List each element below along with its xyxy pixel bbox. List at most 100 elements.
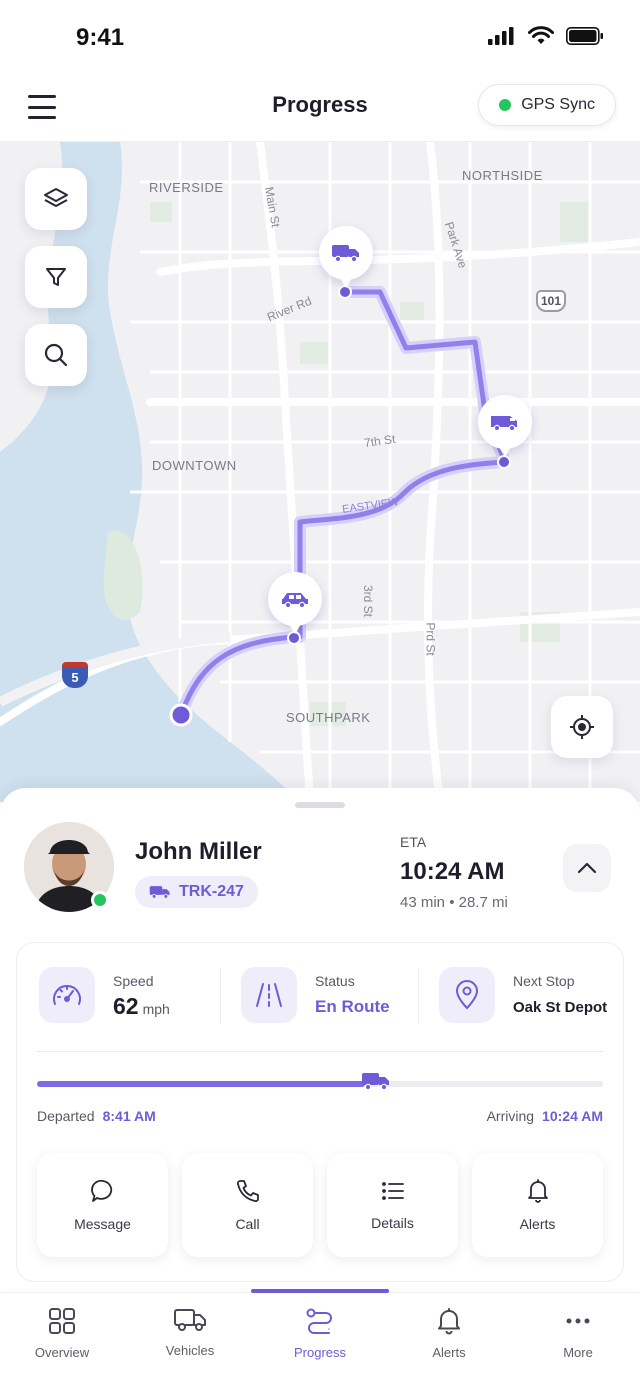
departed-time: 8:41 AM <box>102 1108 156 1124</box>
tab-label: Vehicles <box>165 1343 215 1358</box>
tab-label: Progress <box>293 1345 347 1360</box>
vehicle-pin-van[interactable] <box>478 395 532 457</box>
gps-sync-button[interactable]: GPS Sync <box>478 84 616 126</box>
phone-icon <box>236 1180 259 1203</box>
collapse-sheet-button[interactable] <box>563 844 611 892</box>
van-icon <box>491 416 517 432</box>
tab-vehicles[interactable]: Vehicles <box>140 1307 240 1371</box>
vehicle-pin-truck[interactable] <box>319 226 373 288</box>
street-label: 3rd St <box>361 584 376 618</box>
eta-time: 10:24 AM <box>400 858 505 885</box>
call-label: Call <box>235 1216 260 1232</box>
quick-actions: Message Call Details Alerts <box>37 1153 603 1257</box>
sheet-drag-handle[interactable] <box>295 802 345 808</box>
details-label: Details <box>371 1215 414 1231</box>
tab-label: Overview <box>34 1345 90 1360</box>
online-status-dot <box>91 891 109 909</box>
map-view[interactable]: RIVERSIDE NORTHSIDE DOWNTOWN SOUTHPARK M… <box>0 142 640 802</box>
map-search-button[interactable] <box>25 324 87 386</box>
more-icon <box>566 1318 590 1324</box>
vehicle-id-badge[interactable]: TRK-247 <box>135 876 258 908</box>
next-stop-stat: Next Stop Oak St Depot <box>439 967 619 1025</box>
crosshair-icon <box>570 715 594 739</box>
departed-label: Departed <box>37 1108 95 1124</box>
trip-bottom-sheet: John Miller TRK-247 ETA 10:24 AM 43 min … <box>0 788 640 1288</box>
status-bar: 9:41 <box>0 0 640 76</box>
truck-icon <box>174 1309 206 1331</box>
progress-truck-icon <box>362 1073 390 1091</box>
speed-icon-tile <box>39 967 95 1023</box>
departed-row: Departed 8:41 AM <box>37 1108 156 1124</box>
route-icon <box>306 1308 332 1334</box>
map-area-label: NORTHSIDE <box>462 168 543 183</box>
map-area-label: SOUTHPARK <box>286 710 371 725</box>
speed-value-row: 62 mph <box>113 993 170 1020</box>
map-canvas <box>0 142 640 802</box>
gps-status-dot <box>499 99 512 111</box>
filter-button[interactable] <box>25 246 87 308</box>
driver-name: John Miller <box>135 838 262 865</box>
alerts-action-button[interactable]: Alerts <box>472 1153 603 1257</box>
tab-progress[interactable]: Progress <box>270 1307 370 1371</box>
search-icon <box>44 343 68 367</box>
status-icon-tile <box>241 967 297 1023</box>
status-label: Status <box>315 973 355 989</box>
message-button[interactable]: Message <box>37 1153 168 1257</box>
status-stat: Status En Route <box>241 967 421 1025</box>
arriving-row: Arriving 10:24 AM <box>487 1108 603 1124</box>
status-time: 9:41 <box>76 24 125 51</box>
status-value: En Route <box>315 997 390 1016</box>
eta-label: ETA <box>400 834 427 850</box>
eta-summary: 43 min • 28.7 mi <box>400 894 508 911</box>
speed-value: 62 <box>113 993 139 1019</box>
location-pin-icon <box>455 980 479 1010</box>
tab-overview[interactable]: Overview <box>12 1307 112 1371</box>
layers-button[interactable] <box>25 168 87 230</box>
stat-divider <box>220 969 221 1023</box>
tab-more[interactable]: More <box>528 1307 628 1371</box>
vehicle-pin-car[interactable] <box>268 572 322 634</box>
recenter-button[interactable] <box>551 696 613 758</box>
active-tab-indicator <box>251 1289 389 1293</box>
tab-label: Alerts <box>432 1345 466 1360</box>
speed-stat: Speed 62 mph <box>39 967 219 1025</box>
tab-label: More <box>563 1345 593 1360</box>
bottom-tab-bar: Overview Vehicles Progress Alerts More <box>0 1289 640 1384</box>
status-icons <box>488 26 604 45</box>
map-area-label: DOWNTOWN <box>152 458 237 473</box>
interstate-5-shield: 5 <box>62 662 88 688</box>
next-stop-value: Oak St Depot <box>513 999 608 1016</box>
speed-unit: mph <box>142 1001 170 1017</box>
trip-info-card: Speed 62 mph Status En Route Next Stop O… <box>16 942 624 1282</box>
grid-icon <box>49 1308 75 1334</box>
bell-icon <box>527 1179 548 1203</box>
next-stop-label: Next Stop <box>513 973 575 989</box>
map-area-label: RIVERSIDE <box>149 180 224 195</box>
speedometer-icon <box>53 985 81 1005</box>
arriving-time: 10:24 AM <box>542 1108 603 1124</box>
message-icon <box>90 1179 112 1202</box>
highway-101-shield: 101 <box>536 290 566 312</box>
gps-sync-label: GPS Sync <box>521 96 595 113</box>
list-icon <box>381 1182 404 1200</box>
wifi-icon <box>528 26 554 44</box>
details-button[interactable]: Details <box>327 1153 458 1257</box>
filter-icon <box>46 268 66 286</box>
bell-icon <box>438 1308 460 1335</box>
street-label: Prd St <box>423 622 438 656</box>
arriving-label: Arriving <box>486 1108 535 1124</box>
battery-icon <box>566 26 603 45</box>
chevron-up-icon <box>577 862 597 874</box>
trip-progress-bar <box>37 1073 603 1091</box>
truck-icon <box>149 886 170 899</box>
app-header: Progress GPS Sync <box>0 76 640 142</box>
stat-divider <box>418 969 419 1023</box>
card-divider <box>37 1051 603 1052</box>
signal-icon <box>488 26 514 45</box>
tab-alerts[interactable]: Alerts <box>399 1307 499 1371</box>
layers-icon <box>44 188 68 207</box>
trip-progress-fill <box>37 1081 366 1087</box>
next-stop-icon-tile <box>439 967 495 1023</box>
call-button[interactable]: Call <box>182 1153 313 1257</box>
truck-icon <box>332 245 359 263</box>
